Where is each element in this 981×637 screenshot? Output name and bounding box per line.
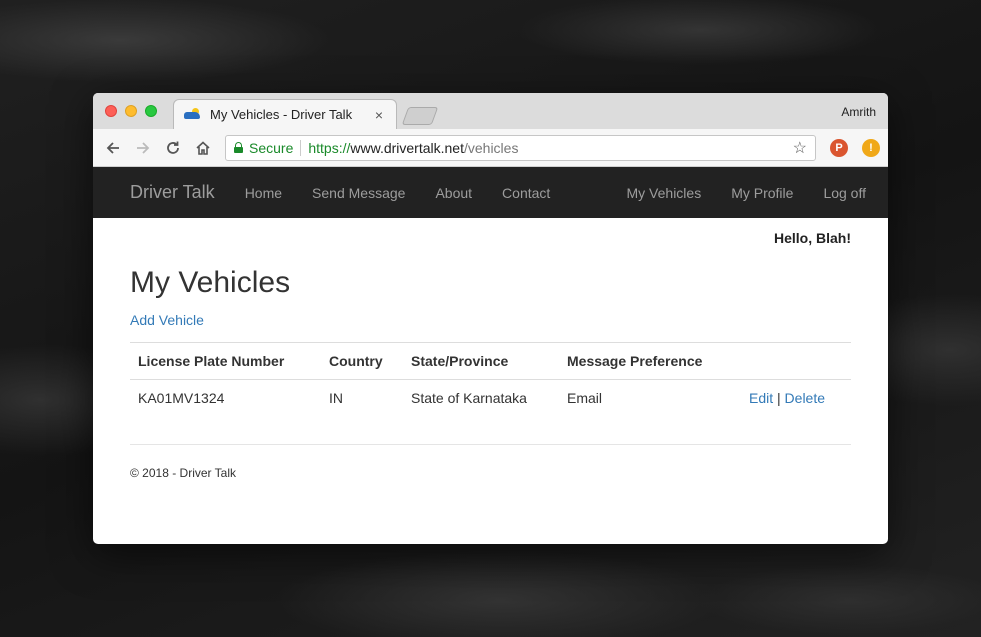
footer-divider <box>130 444 851 445</box>
cell-plate: KA01MV1324 <box>138 390 225 406</box>
secure-label: Secure <box>249 139 294 156</box>
close-tab-icon[interactable]: × <box>372 107 386 123</box>
url-scheme: https:// <box>308 139 351 156</box>
tab-title: My Vehicles - Driver Talk <box>210 107 353 122</box>
browser-tab[interactable]: My Vehicles - Driver Talk × <box>173 99 397 129</box>
brand-link[interactable]: Driver Talk <box>130 182 215 203</box>
new-tab-button[interactable] <box>401 107 439 125</box>
site-navbar: Driver Talk Home Send Message About Cont… <box>93 167 888 218</box>
action-separator: | <box>777 390 781 406</box>
user-greeting: Hello, Blah! <box>773 230 851 246</box>
close-window-button[interactable] <box>105 105 117 117</box>
table-row: KA01MV1324 IN State of Karnataka Email E… <box>130 380 851 417</box>
home-icon[interactable] <box>191 136 215 160</box>
header-actions <box>741 342 851 380</box>
nav-about[interactable]: About <box>435 185 472 201</box>
reload-icon[interactable] <box>161 136 185 160</box>
nav-home[interactable]: Home <box>245 185 282 201</box>
header-license-plate: License Plate Number <box>130 342 321 380</box>
page-content: Hello, Blah! My Vehicles Add Vehicle Lic… <box>93 218 888 480</box>
nav-contact[interactable]: Contact <box>502 185 550 201</box>
header-state: State/Province <box>403 342 559 380</box>
back-arrow-icon[interactable] <box>101 136 125 160</box>
header-country: Country <box>321 342 403 380</box>
vehicles-table: License Plate Number Country State/Provi… <box>130 342 851 416</box>
nav-right: My Vehicles My Profile Log off <box>627 185 867 201</box>
nav-my-profile[interactable]: My Profile <box>731 185 793 201</box>
edit-link[interactable]: Edit <box>749 390 773 406</box>
nav-send-message[interactable]: Send Message <box>312 185 405 201</box>
car-favicon-icon <box>184 107 202 122</box>
browser-window: My Vehicles - Driver Talk × Amrith Secur… <box>93 93 888 544</box>
forward-arrow-icon[interactable] <box>131 136 155 160</box>
window-controls <box>105 105 157 117</box>
cell-country: IN <box>329 390 343 406</box>
delete-link[interactable]: Delete <box>785 390 825 406</box>
address-separator <box>300 139 302 156</box>
footer-text: © 2018 - Driver Talk <box>130 466 236 480</box>
minimize-window-button[interactable] <box>125 105 137 117</box>
extension-p-icon[interactable]: P <box>830 138 848 157</box>
profile-name[interactable]: Amrith <box>841 105 876 119</box>
nav-log-off[interactable]: Log off <box>823 185 866 201</box>
lock-icon <box>234 142 243 153</box>
maximize-window-button[interactable] <box>145 105 157 117</box>
url-host: www.drivertalk.net <box>350 139 464 156</box>
title-bar: My Vehicles - Driver Talk × Amrith <box>93 93 888 129</box>
table-header-row: License Plate Number Country State/Provi… <box>130 342 851 380</box>
cell-actions: Edit | Delete <box>741 380 851 417</box>
address-bar[interactable]: Secure https:// www.drivertalk.net /vehi… <box>225 134 816 161</box>
header-message-preference: Message Preference <box>559 342 741 380</box>
cell-preference: Email <box>567 390 603 406</box>
url-path: /vehicles <box>463 139 519 156</box>
page-title: My Vehicles <box>130 266 291 299</box>
extension-warning-icon[interactable]: ! <box>862 138 880 157</box>
nav-left: Home Send Message About Contact <box>245 185 551 201</box>
browser-toolbar: Secure https:// www.drivertalk.net /vehi… <box>93 129 888 167</box>
bookmark-star-icon[interactable]: ☆ <box>793 138 807 158</box>
cell-state: State of Karnataka <box>411 390 527 406</box>
add-vehicle-link[interactable]: Add Vehicle <box>130 312 204 328</box>
nav-my-vehicles[interactable]: My Vehicles <box>627 185 702 201</box>
